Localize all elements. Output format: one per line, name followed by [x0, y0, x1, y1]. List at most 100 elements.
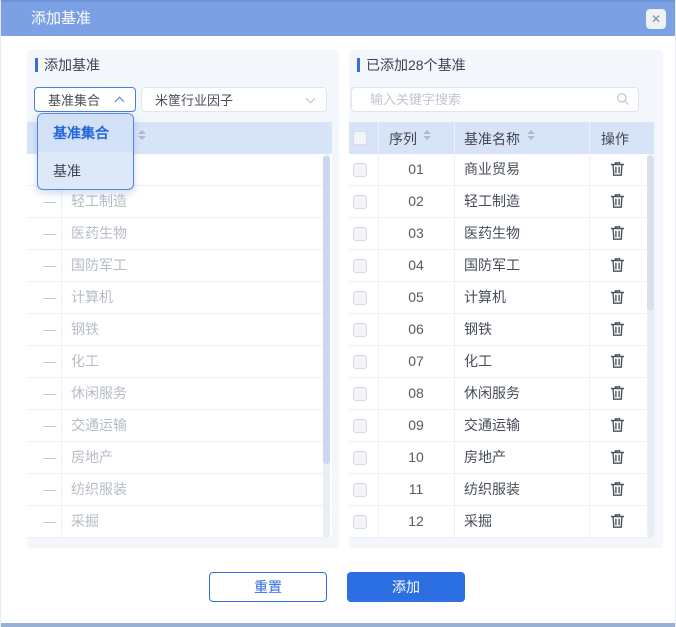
added-benchmark-panel: 已添加28个基准 序列 基准名称 操作 01商业贸易02轻工制造03医药 [349, 50, 663, 548]
benchmark-list-item: — 交通运输 [27, 410, 332, 442]
seq-cell: 05 [408, 289, 424, 305]
sort-arrows-icon[interactable] [138, 130, 146, 140]
row-checkbox[interactable] [353, 291, 367, 305]
benchmark-list-item: — 休闲服务 [27, 378, 332, 410]
benchmark-list-item: — 房地产 [27, 442, 332, 474]
disabled-mark: — [43, 386, 57, 401]
search-input[interactable] [351, 87, 639, 112]
benchmark-name: 房地产 [71, 449, 113, 465]
delete-button[interactable] [605, 161, 629, 179]
close-icon[interactable]: ✕ [646, 9, 666, 29]
reset-button[interactable]: 重置 [209, 572, 327, 602]
row-checkbox[interactable] [353, 259, 367, 273]
table-row: 12 采掘 [349, 506, 654, 538]
dropdown-option-collection[interactable]: 基准集合 [38, 114, 133, 152]
disabled-mark: — [43, 194, 57, 209]
left-scrollbar[interactable] [323, 154, 330, 538]
row-checkbox[interactable] [353, 227, 367, 241]
benchmark-list-item: — 钢铁 [27, 314, 332, 346]
right-table-header: 序列 基准名称 操作 [349, 122, 654, 154]
trash-icon [610, 322, 624, 336]
seq-cell: 01 [408, 161, 424, 177]
benchmark-name: 采掘 [71, 513, 99, 529]
table-row: 03 医药生物 [349, 218, 654, 250]
trash-icon [610, 290, 624, 304]
delete-button[interactable] [605, 257, 629, 275]
benchmark-name: 交通运输 [71, 417, 127, 433]
row-checkbox[interactable] [353, 451, 367, 465]
name-cell: 钢铁 [464, 321, 492, 337]
row-checkbox[interactable] [353, 515, 367, 529]
delete-button[interactable] [605, 289, 629, 307]
trash-icon [610, 194, 624, 208]
benchmark-name: 国防军工 [71, 257, 127, 273]
seq-cell: 06 [408, 321, 424, 337]
benchmark-list-item: — 纺织服装 [27, 474, 332, 506]
row-checkbox[interactable] [353, 419, 367, 433]
trash-icon [610, 258, 624, 272]
row-checkbox[interactable] [353, 355, 367, 369]
delete-button[interactable] [605, 481, 629, 499]
disabled-mark: — [43, 418, 57, 433]
right-scrollbar[interactable] [647, 154, 654, 538]
sort-arrows-icon[interactable] [423, 130, 431, 140]
table-row: 08 休闲服务 [349, 378, 654, 410]
seq-column-header: 序列 [389, 131, 417, 147]
table-row: 06 钢铁 [349, 314, 654, 346]
seq-cell: 07 [408, 353, 424, 369]
factor-select[interactable]: 米筐行业因子 [141, 87, 327, 112]
accent-bar [357, 58, 360, 72]
trash-icon [610, 514, 624, 528]
benchmark-list-item: — 轻工制造 [27, 186, 332, 218]
name-cell: 休闲服务 [464, 385, 520, 401]
delete-button[interactable] [605, 321, 629, 339]
benchmark-name: 休闲服务 [71, 385, 127, 401]
left-panel-title: 添加基准 [44, 57, 100, 73]
row-checkbox[interactable] [353, 387, 367, 401]
delete-button[interactable] [605, 417, 629, 435]
delete-button[interactable] [605, 353, 629, 371]
benchmark-name: 钢铁 [71, 321, 99, 337]
delete-button[interactable] [605, 449, 629, 467]
chevron-up-icon [114, 96, 125, 107]
name-column-header: 基准名称 [464, 131, 520, 147]
disabled-mark: — [43, 226, 57, 241]
row-checkbox[interactable] [353, 195, 367, 209]
table-row: 10 房地产 [349, 442, 654, 474]
row-checkbox[interactable] [353, 163, 367, 177]
search-box [351, 87, 639, 112]
trash-icon [610, 386, 624, 400]
trash-icon [610, 354, 624, 368]
delete-button[interactable] [605, 513, 629, 531]
name-cell: 商业贸易 [464, 161, 520, 177]
add-benchmark-dialog: 添加基准 ✕ 添加基准 基准集合 米筐行业因子 基准名称 —商业贸易—轻工制造—… [0, 0, 676, 627]
select-all-checkbox[interactable] [353, 131, 367, 145]
benchmark-type-value: 基准集合 [48, 93, 101, 108]
trash-icon [610, 482, 624, 496]
row-checkbox[interactable] [353, 483, 367, 497]
right-scrollbar-thumb[interactable] [647, 156, 654, 311]
table-row: 11 纺织服装 [349, 474, 654, 506]
seq-cell: 04 [408, 257, 424, 273]
search-icon [616, 92, 630, 106]
delete-button[interactable] [605, 385, 629, 403]
name-cell: 医药生物 [464, 225, 520, 241]
add-button[interactable]: 添加 [347, 572, 465, 602]
sort-arrows-icon[interactable] [527, 130, 535, 140]
disabled-mark: — [43, 482, 57, 497]
name-cell: 采掘 [464, 513, 492, 529]
delete-button[interactable] [605, 225, 629, 243]
name-cell: 纺织服装 [464, 481, 520, 497]
benchmark-type-select[interactable]: 基准集合 [34, 87, 136, 112]
seq-cell: 02 [408, 193, 424, 209]
factor-select-value: 米筐行业因子 [155, 93, 234, 108]
operation-column-header: 操作 [601, 131, 629, 147]
dialog-titlebar: 添加基准 ✕ [1, 0, 675, 36]
left-scrollbar-thumb[interactable] [323, 156, 330, 464]
row-checkbox[interactable] [353, 323, 367, 337]
delete-button[interactable] [605, 193, 629, 211]
dropdown-option-benchmark[interactable]: 基准 [38, 152, 133, 189]
name-cell: 计算机 [464, 289, 506, 305]
left-panel-header: 添加基准 [27, 50, 100, 80]
trash-icon [610, 226, 624, 240]
